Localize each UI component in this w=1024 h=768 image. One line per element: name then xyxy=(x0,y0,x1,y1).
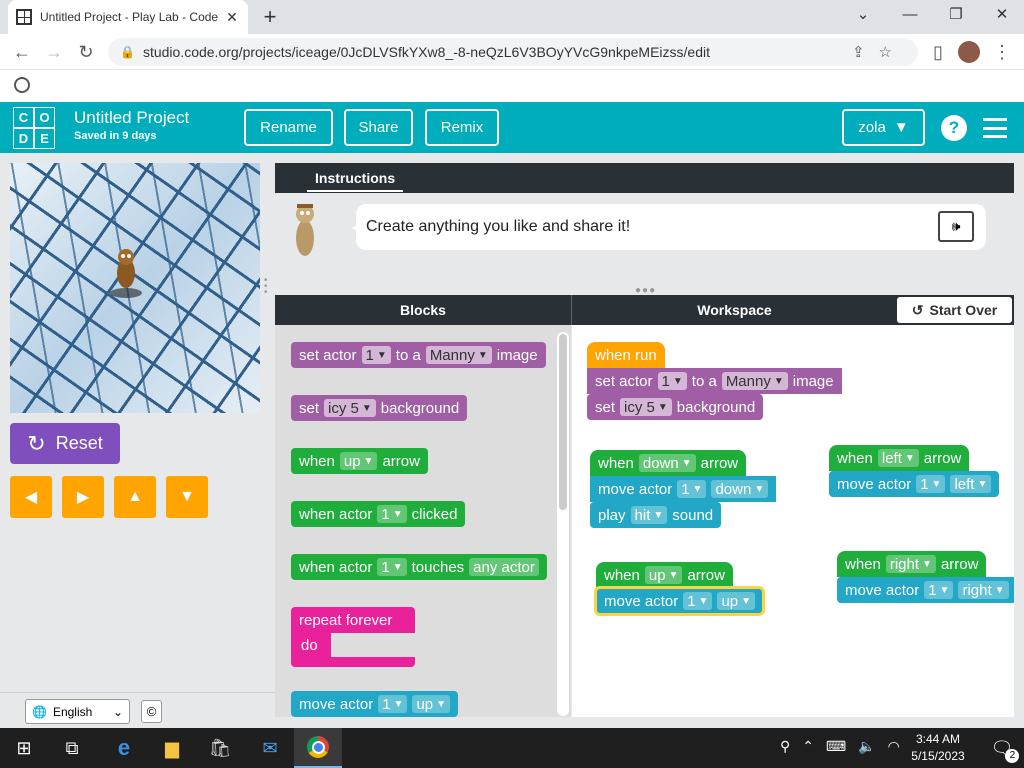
notifications-icon[interactable]: 🗨 2 xyxy=(978,728,1024,768)
move-actor-left-block[interactable]: move actor 1 ▼ left ▼ xyxy=(829,471,1000,497)
divider xyxy=(0,692,276,693)
reset-button[interactable]: ↻ Reset xyxy=(10,423,120,464)
set-background-block[interactable]: set icy 5 ▼ background xyxy=(587,394,764,420)
workspace-heading: Workspace xyxy=(697,302,772,318)
store-icon[interactable]: 🛍 xyxy=(196,728,244,768)
chrome-taskbar-icon[interactable] xyxy=(294,728,342,768)
toolbox-when-arrow-block[interactable]: when up ▼ arrow xyxy=(291,448,428,474)
edge-browser-icon[interactable]: e xyxy=(100,728,148,768)
chrome-menu-icon[interactable]: ⋮ xyxy=(990,40,1014,64)
user-name: zola xyxy=(858,119,886,136)
resize-handle[interactable]: • • • xyxy=(264,276,268,298)
toolbox-set-actor-image-block[interactable]: set actor 1 ▼ to a Manny ▼ image xyxy=(291,342,546,368)
mail-icon[interactable]: ✉ xyxy=(246,728,294,768)
url-bar[interactable]: 🔒 studio.code.org/projects/iceage/0JcDLV… xyxy=(108,38,918,66)
windows-start-icon[interactable]: ⊞ xyxy=(0,728,48,768)
up-arrow-button[interactable]: ▲ xyxy=(114,476,156,518)
tab-search-icon[interactable]: ⌄ xyxy=(843,4,883,26)
blocks-heading: Blocks xyxy=(400,302,446,318)
user-menu-button[interactable]: zola ▼ xyxy=(842,109,925,146)
url-actions[interactable]: ⇪☆ xyxy=(852,43,906,61)
text-to-speech-icon[interactable]: 🕪 xyxy=(938,211,974,242)
globe-icon[interactable] xyxy=(14,77,30,93)
reset-label: Reset xyxy=(55,433,103,453)
move-actor-right-block[interactable]: move actor 1 ▼ right ▼ xyxy=(837,577,1014,603)
reset-icon: ↻ xyxy=(27,430,46,456)
side-panel-icon[interactable]: ▯ xyxy=(926,40,950,64)
close-tab-icon[interactable]: ✕ xyxy=(224,9,240,26)
left-arrow-button[interactable]: ◀ xyxy=(10,476,52,518)
file-explorer-icon[interactable]: ▆ xyxy=(148,728,196,768)
project-title: Untitled Project xyxy=(74,108,190,127)
instructions-tab[interactable]: Instructions xyxy=(307,170,404,192)
lock-icon: 🔒 xyxy=(120,45,135,59)
set-actor-image-block[interactable]: set actor 1 ▼ to a Manny ▼ image xyxy=(587,368,842,394)
toolbox-scroll-thumb[interactable] xyxy=(559,334,567,510)
code-favicon-icon xyxy=(16,9,32,25)
new-tab-button[interactable]: + xyxy=(258,4,282,30)
rename-button[interactable]: Rename xyxy=(244,109,333,146)
when-down-arrow-block[interactable]: when down ▼ arrow xyxy=(590,450,747,476)
minimize-button[interactable]: — xyxy=(890,4,930,26)
instructions-text: Create anything you like and share it! xyxy=(366,218,631,235)
instructions-bubble: Create anything you like and share it! xyxy=(352,204,986,250)
notification-count: 2 xyxy=(1005,748,1020,763)
tab-title: Untitled Project - Play Lab - Code xyxy=(40,10,219,24)
share-button[interactable]: Share xyxy=(344,109,413,146)
toolbox-move-actor-block[interactable]: move actor 1 ▼ up ▼ xyxy=(291,691,459,717)
code-logo[interactable]: C O D E xyxy=(13,107,55,149)
profile-avatar[interactable] xyxy=(958,41,980,63)
chevron-down-icon: ▼ xyxy=(893,119,909,136)
hamburger-menu-icon[interactable] xyxy=(983,118,1007,138)
toolbox-set-background-block[interactable]: set icy 5 ▼ background xyxy=(291,395,468,421)
when-run-block[interactable]: when run xyxy=(587,342,665,368)
right-arrow-button[interactable]: ▶ xyxy=(62,476,104,518)
sid-character-image xyxy=(296,204,314,256)
system-tray-icons[interactable]: ⚲⌃⌨🔈◠ xyxy=(780,738,912,755)
move-actor-down-block[interactable]: move actor 1 ▼ down ▼ xyxy=(590,476,777,502)
undo-icon: ↺ xyxy=(911,301,924,318)
chevron-down-icon: ⌄ xyxy=(112,704,123,719)
saved-status: Saved in 9 days xyxy=(74,130,157,142)
toolbox-when-actor-clicked-block[interactable]: when actor 1 ▼ clicked xyxy=(291,501,466,527)
maximize-button[interactable]: ❐ xyxy=(936,4,976,26)
help-button[interactable]: ? xyxy=(941,115,967,141)
sloth-actor xyxy=(110,249,142,298)
forward-arrow-icon[interactable]: → xyxy=(42,40,66,64)
play-sound-block[interactable]: play hit ▼ sound xyxy=(590,502,722,528)
down-arrow-button[interactable]: ▼ xyxy=(166,476,208,518)
close-window-button[interactable]: ✕ xyxy=(982,4,1022,26)
bookmarks-bar xyxy=(0,70,1024,102)
remix-button[interactable]: Remix xyxy=(425,109,499,146)
start-over-button[interactable]: ↺ Start Over xyxy=(897,297,1012,323)
move-actor-up-block[interactable]: move actor 1 ▼ up ▼ xyxy=(593,586,766,616)
reload-icon[interactable]: ↻ xyxy=(74,40,98,64)
language-select[interactable]: 🌐 English ⌄ xyxy=(25,699,130,724)
when-up-arrow-block[interactable]: when up ▼ arrow xyxy=(596,562,733,588)
browser-tab[interactable]: Untitled Project - Play Lab - Code ✕ xyxy=(8,0,248,34)
when-left-arrow-block[interactable]: when left ▼ arrow xyxy=(829,445,970,471)
when-right-arrow-block[interactable]: when right ▼ arrow xyxy=(837,551,987,577)
task-view-icon[interactable]: ⧉ xyxy=(48,728,96,768)
toolbox-when-actor-touches-block[interactable]: when actor 1 ▼ touches any actor xyxy=(291,554,547,580)
toolbox-repeat-forever-block[interactable]: repeat forever do xyxy=(291,607,415,667)
globe-icon: 🌐 xyxy=(32,704,47,719)
back-arrow-icon[interactable]: ← xyxy=(10,40,34,64)
copyright-button[interactable]: © xyxy=(141,700,162,723)
workspace-canvas[interactable]: when run set actor 1 ▼ to a Manny ▼ image se… xyxy=(572,325,1014,717)
taskbar-clock[interactable]: 3:44 AM 5/15/2023 xyxy=(907,731,969,765)
url-text: studio.code.org/projects/iceage/0JcDLVSf… xyxy=(142,44,710,60)
blocks-toolbox: set actor 1 ▼ to a Manny ▼ image set icy 5 ▼ b… xyxy=(275,325,571,717)
